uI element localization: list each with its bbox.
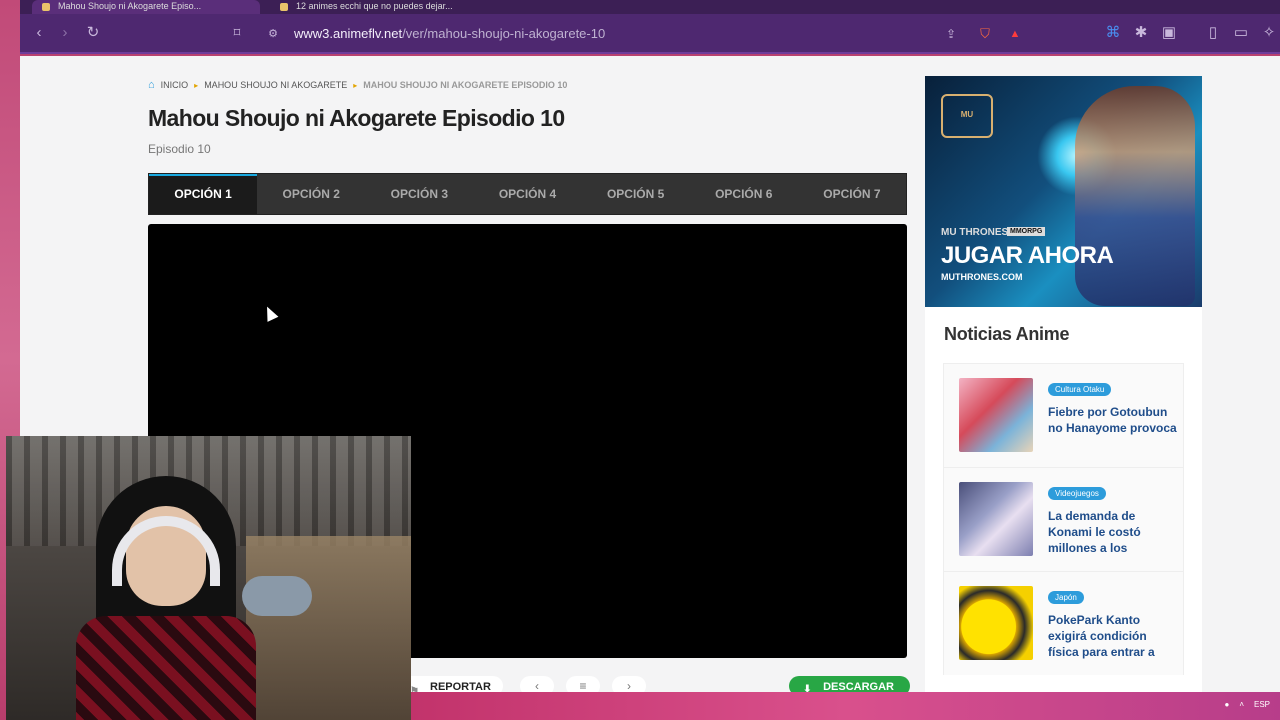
tab-option-6[interactable]: OPCIÓN 6 [690, 174, 798, 214]
share-icon[interactable]: ⇪ [942, 25, 960, 43]
webcam-overlay [6, 436, 411, 720]
news-headline[interactable]: La demanda de Konami le costó millones a… [1048, 508, 1178, 556]
back-icon[interactable]: ‹ [30, 24, 48, 42]
address-bar[interactable]: ⚙ www3.animeflv.net/ver/mahou-shoujo-ni-… [256, 20, 1036, 48]
next-episode-button[interactable]: › [612, 676, 646, 692]
rewards-icon[interactable]: ▲ [1006, 25, 1024, 43]
webcam-background-shelf [246, 536, 411, 720]
news-section-title: Noticias Anime [944, 324, 1070, 344]
news-item[interactable]: Japón PokePark Kanto exigirá condición f… [943, 571, 1184, 675]
page-title: Mahou Shoujo ni Akogarete Episodio 10 [148, 105, 565, 131]
translate-icon[interactable]: ⌘ [1104, 24, 1122, 42]
ad-url: MUTHRONES.COM [941, 272, 1023, 282]
webcam-streamer [76, 476, 256, 720]
system-tray: ● ˄ ESP [1224, 700, 1270, 709]
flag-icon: ⚑ [410, 686, 419, 692]
wallet-icon[interactable]: ▭ [1232, 24, 1250, 42]
brave-shield-icon[interactable]: ⛉ [976, 25, 994, 43]
mouse-cursor-icon [261, 304, 279, 322]
ad-tag: MMORPG [1007, 227, 1046, 236]
bookmark-icon[interactable]: ⌑ [228, 24, 246, 42]
tab-option-4[interactable]: OPCIÓN 4 [473, 174, 581, 214]
report-button[interactable]: ⚑ REPORTAR [400, 676, 503, 692]
news-headline[interactable]: PokePark Kanto exigirá condición física … [1048, 612, 1178, 660]
news-thumbnail[interactable] [959, 482, 1033, 556]
chevron-up-icon[interactable]: ˄ [1239, 700, 1244, 709]
url-domain: www3.animeflv.net [294, 26, 403, 41]
site-favicon-icon [42, 3, 50, 11]
url-text: www3.animeflv.net/ver/mahou-shoujo-ni-ak… [294, 26, 605, 41]
tab-option-5[interactable]: OPCIÓN 5 [582, 174, 690, 214]
browser-tab[interactable]: 12 animes ecchi que no puedes dejar... [270, 0, 500, 14]
browser-tab-active[interactable]: Mahou Shoujo ni Akogarete Episo... [32, 0, 260, 14]
news-thumbnail[interactable] [959, 378, 1033, 452]
breadcrumb-current: MAHOU SHOUJO NI AKOGARETE EPISODIO 10 [363, 80, 568, 90]
tab-option-7[interactable]: OPCIÓN 7 [798, 174, 906, 214]
previous-episode-button[interactable]: ‹ [520, 676, 554, 692]
url-path: /ver/mahou-shoujo-ni-akogarete-10 [402, 26, 606, 41]
download-label: DESCARGAR [823, 681, 894, 692]
extensions-icon[interactable]: ✱ [1132, 24, 1150, 42]
tab-title: 12 animes ecchi que no puedes dejar... [296, 1, 453, 11]
leo-icon[interactable]: ✧ [1260, 24, 1278, 42]
news-panel: Noticias Anime Cultura Otaku Fiebre por … [925, 307, 1202, 692]
home-icon[interactable]: ⌂ [148, 79, 155, 91]
report-label: REPORTAR [430, 681, 491, 692]
player-options-tabs: OPCIÓN 1 OPCIÓN 2 OPCIÓN 3 OPCIÓN 4 OPCI… [148, 173, 907, 215]
episode-list-button[interactable]: ≡ [566, 676, 600, 692]
news-thumbnail[interactable] [959, 586, 1033, 660]
site-favicon-icon [280, 3, 288, 11]
ad-cta: JUGAR AHORA [941, 242, 1114, 269]
news-category-badge[interactable]: Cultura Otaku [1048, 383, 1112, 396]
breadcrumb-anime[interactable]: MAHOU SHOUJO NI AKOGARETE [204, 80, 347, 90]
episode-actions: ⚑ REPORTAR ‹ ≡ › ⬇ DESCARGAR [400, 676, 910, 692]
tab-option-1[interactable]: OPCIÓN 1 [149, 174, 258, 214]
news-item[interactable]: Videojuegos La demanda de Konami le cost… [943, 467, 1184, 571]
ad-banner[interactable]: MU MU THRONES MMORPG JUGAR AHORA MUTHRON… [925, 76, 1202, 307]
news-headline[interactable]: Fiebre por Gotoubun no Hanayome provoca [1048, 404, 1178, 436]
browser-toolbar: ‹ › ↻ ⌑ ⚙ www3.animeflv.net/ver/mahou-sh… [20, 14, 1280, 54]
breadcrumb-home[interactable]: INICIO [161, 80, 189, 90]
chevron-right-icon: ▸ [194, 80, 199, 90]
sidebar-icon[interactable]: ▯ [1204, 24, 1222, 42]
news-list: Cultura Otaku Fiebre por Gotoubun no Han… [943, 363, 1184, 675]
language-indicator[interactable]: ESP [1254, 700, 1270, 709]
tab-title: Mahou Shoujo ni Akogarete Episo... [58, 1, 202, 11]
forward-icon[interactable]: › [56, 24, 74, 42]
news-category-badge[interactable]: Videojuegos [1048, 487, 1106, 500]
news-item[interactable]: Cultura Otaku Fiebre por Gotoubun no Han… [943, 363, 1184, 467]
microphone-icon [242, 576, 312, 616]
site-info-icon[interactable]: ⚙ [264, 25, 282, 43]
ad-logo-icon: MU [941, 94, 993, 138]
os-taskbar: ● ˄ ESP [411, 692, 1280, 720]
reload-icon[interactable]: ↻ [84, 24, 102, 42]
browser-tab-bar: Mahou Shoujo ni Akogarete Episo... 12 an… [20, 0, 1280, 14]
ad-character-art [1075, 86, 1195, 306]
episode-subtitle: Episodio 10 [148, 142, 211, 156]
download-icon: ⬇ [803, 684, 812, 692]
tab-option-2[interactable]: OPCIÓN 2 [257, 174, 365, 214]
shirt [76, 616, 256, 720]
media-icon[interactable]: ▣ [1160, 24, 1178, 42]
download-button[interactable]: ⬇ DESCARGAR [789, 676, 910, 692]
news-category-badge[interactable]: Japón [1048, 591, 1084, 604]
notification-icon[interactable]: ● [1224, 700, 1229, 709]
tab-option-3[interactable]: OPCIÓN 3 [365, 174, 473, 214]
breadcrumb: ⌂ INICIO ▸ MAHOU SHOUJO NI AKOGARETE ▸ M… [148, 79, 567, 91]
ad-brand: MU THRONES [941, 227, 1009, 238]
chevron-right-icon: ▸ [353, 80, 358, 90]
